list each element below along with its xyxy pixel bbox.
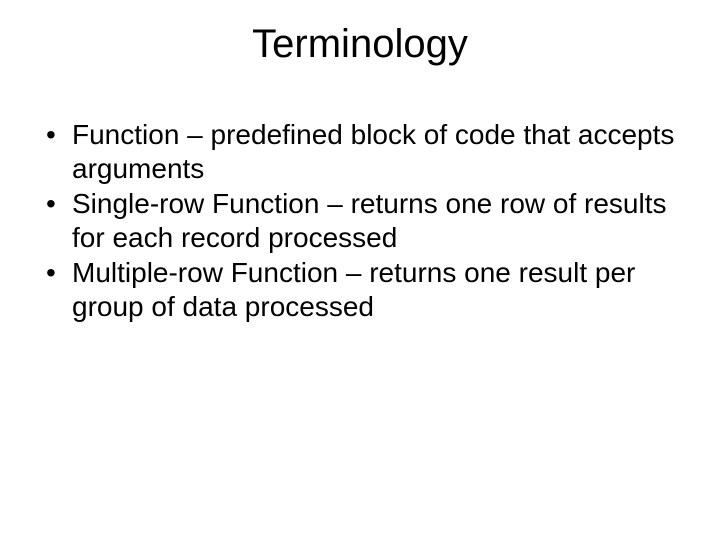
bullet-list: Function – predefined block of code that… <box>42 118 678 324</box>
list-item: Function – predefined block of code that… <box>42 118 678 185</box>
list-item: Single-row Function – returns one row of… <box>42 187 678 254</box>
list-item: Multiple-row Function – returns one resu… <box>42 256 678 323</box>
slide: Terminology Function – predefined block … <box>0 0 720 540</box>
slide-title: Terminology <box>0 22 720 67</box>
slide-body: Function – predefined block of code that… <box>42 118 678 326</box>
